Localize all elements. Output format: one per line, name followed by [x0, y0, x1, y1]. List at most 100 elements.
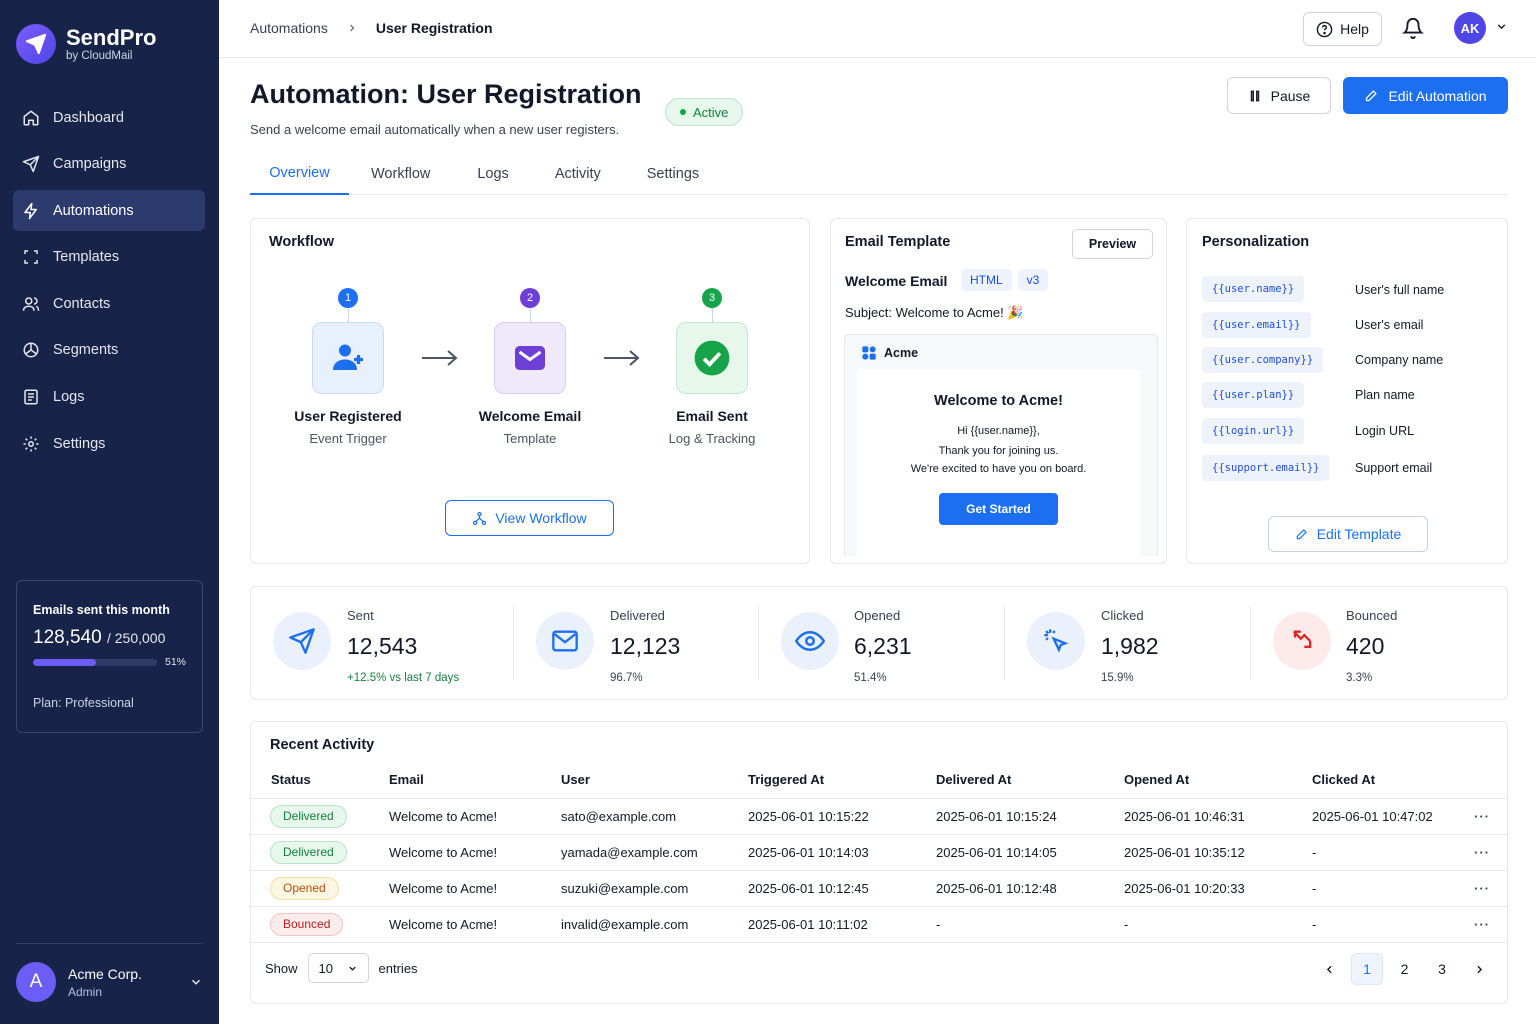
table-row[interactable]: Bounced Welcome to Acme! invalid@example…: [251, 906, 1507, 943]
stat-label: Clicked: [1101, 608, 1144, 623]
table-row[interactable]: Opened Welcome to Acme! suzuki@example.c…: [251, 870, 1507, 907]
more-options-icon[interactable]: ···: [1474, 809, 1490, 824]
prev-page-button[interactable]: [1314, 953, 1346, 985]
workflow-step-3[interactable]: 3 Email Sent Log & Tracking: [642, 288, 782, 446]
sidebar-item-label: Logs: [53, 389, 85, 406]
pause-button[interactable]: Pause: [1227, 77, 1331, 114]
next-page-button[interactable]: [1464, 953, 1496, 985]
account-name: Acme Corp.: [68, 965, 142, 982]
sidebar-item-logs[interactable]: Logs: [13, 377, 205, 418]
more-options-icon[interactable]: ···: [1474, 845, 1490, 860]
account-role: Admin: [68, 984, 103, 999]
sidebar-item-automations[interactable]: Automations: [13, 190, 205, 232]
stat-rate: 3.3%: [1346, 672, 1373, 684]
usage-plan: Plan: Professional: [33, 696, 134, 710]
variable-tag[interactable]: {{user.name}}: [1202, 276, 1305, 302]
chevron-left-icon: [1326, 965, 1332, 973]
step-label: Welcome Email: [478, 408, 582, 424]
more-options-icon[interactable]: ···: [1474, 881, 1490, 896]
table-row[interactable]: Delivered Welcome to Acme! yamada@exampl…: [251, 834, 1507, 871]
clicked-cell: -: [1312, 870, 1474, 907]
page-size-select[interactable]: 10: [307, 953, 369, 983]
account-switcher[interactable]: A Acme Corp. Admin: [16, 943, 203, 1002]
variable-description: Company name: [1355, 353, 1444, 367]
stat-sent: Sent 12,543 +12.5% vs last 7 days: [347, 608, 459, 684]
tab-activity[interactable]: Activity: [539, 152, 617, 195]
workflow-step-1[interactable]: 1 User Registered Event Trigger: [278, 288, 418, 446]
view-workflow-button[interactable]: View Workflow: [445, 500, 614, 536]
page-button[interactable]: 3: [1426, 953, 1458, 985]
status-badge: Active: [665, 98, 744, 126]
edit-template-label: Edit Template: [1316, 526, 1402, 542]
sidebar-item-dashboard[interactable]: Dashboard: [13, 97, 205, 138]
stat-rate: 51.4%: [854, 672, 887, 684]
variable-tag[interactable]: {{user.company}}: [1202, 347, 1324, 373]
envelope-icon: [494, 322, 566, 394]
variable-tag[interactable]: {{login.url}}: [1202, 418, 1305, 444]
sidebar-item-settings[interactable]: Settings: [13, 423, 205, 464]
triggered-cell: 2025-06-01 10:11:02: [748, 906, 936, 943]
email-line-3: We're excited to have you on board.: [910, 463, 1087, 475]
column-header[interactable]: Clicked At: [1312, 762, 1474, 799]
variable-tag[interactable]: {{user.email}}: [1202, 312, 1311, 338]
sidebar-item-templates[interactable]: Templates: [13, 237, 205, 278]
chevron-down-icon[interactable]: [1495, 20, 1508, 33]
more-options-icon[interactable]: ···: [1474, 917, 1490, 932]
user-cell: invalid@example.com: [561, 906, 748, 943]
tab-settings[interactable]: Settings: [631, 152, 715, 195]
preview-button[interactable]: Preview: [1072, 229, 1153, 259]
column-header[interactable]: Email: [389, 762, 561, 799]
usage-progress-fill: [33, 658, 97, 666]
pagination: 1 2 3: [1308, 953, 1496, 985]
help-button[interactable]: Help: [1303, 12, 1382, 46]
sidebar-item-contacts[interactable]: Contacts: [13, 283, 205, 324]
column-header[interactable]: User: [561, 762, 748, 799]
breadcrumb-current: User Registration: [375, 20, 493, 36]
stat-value: 6,231: [854, 633, 912, 659]
variable-tag[interactable]: {{user.plan}}: [1202, 382, 1305, 408]
column-header[interactable]: Opened At: [1124, 762, 1312, 799]
actions-header: [1474, 762, 1507, 799]
format-tag: HTML: [961, 269, 1012, 291]
tab-overview[interactable]: Overview: [250, 152, 349, 195]
edit-automation-button[interactable]: Edit Automation: [1343, 77, 1508, 114]
tab-workflow[interactable]: Workflow: [355, 152, 446, 195]
breadcrumb-automations[interactable]: Automations: [250, 20, 328, 36]
variable-description: Login URL: [1355, 424, 1415, 438]
email-cell: Welcome to Acme!: [389, 906, 561, 943]
page-button[interactable]: 2: [1389, 953, 1421, 985]
column-header[interactable]: Status: [251, 762, 389, 799]
step-label: User Registered: [294, 408, 402, 424]
workflow-step-2[interactable]: 2 Welcome Email Template: [460, 288, 600, 446]
check-circle-icon: [676, 322, 748, 394]
email-line-2: Thank you for joining us.: [938, 445, 1059, 457]
app-logo[interactable]: SendPro by CloudMail: [16, 24, 156, 64]
page-subtitle: Send a welcome email automatically when …: [250, 122, 620, 137]
stat-change: +12.5% vs last 7 days: [347, 672, 460, 684]
user-avatar[interactable]: AK: [1454, 12, 1486, 44]
variable-description: User's full name: [1355, 283, 1445, 297]
bounce-icon: [1273, 612, 1331, 670]
usage-card: Emails sent this month 128,540 / 250,000…: [16, 580, 203, 733]
tab-logs[interactable]: Logs: [461, 152, 524, 195]
stat-rate: 15.9%: [1101, 672, 1134, 684]
edit-template-button[interactable]: Edit Template: [1268, 516, 1428, 552]
stat-rate: 96.7%: [610, 672, 643, 684]
pencil-icon: [1366, 90, 1378, 102]
sidebar-item-segments[interactable]: Segments: [13, 330, 205, 371]
clicked-cell: -: [1312, 906, 1474, 943]
cursor-click-icon: [1027, 612, 1085, 670]
triggered-cell: 2025-06-01 10:15:22: [748, 798, 936, 835]
bell-icon[interactable]: [1402, 17, 1424, 39]
column-header[interactable]: Delivered At: [936, 762, 1124, 799]
variable-tag[interactable]: {{support.email}}: [1202, 455, 1330, 481]
column-header[interactable]: Triggered At: [748, 762, 936, 799]
table-row[interactable]: Delivered Welcome to Acme! sato@example.…: [251, 798, 1507, 835]
get-started-button[interactable]: Get Started: [939, 493, 1058, 525]
status-badge: Delivered: [270, 840, 347, 864]
email-line-1: Hi {{user.name}},: [957, 425, 1040, 437]
sidebar: SendPro by CloudMail Dashboard Campaigns…: [0, 0, 219, 1024]
entries-label: entries: [378, 960, 418, 976]
sidebar-item-campaigns[interactable]: Campaigns: [13, 144, 205, 185]
page-button[interactable]: 1: [1351, 953, 1383, 985]
